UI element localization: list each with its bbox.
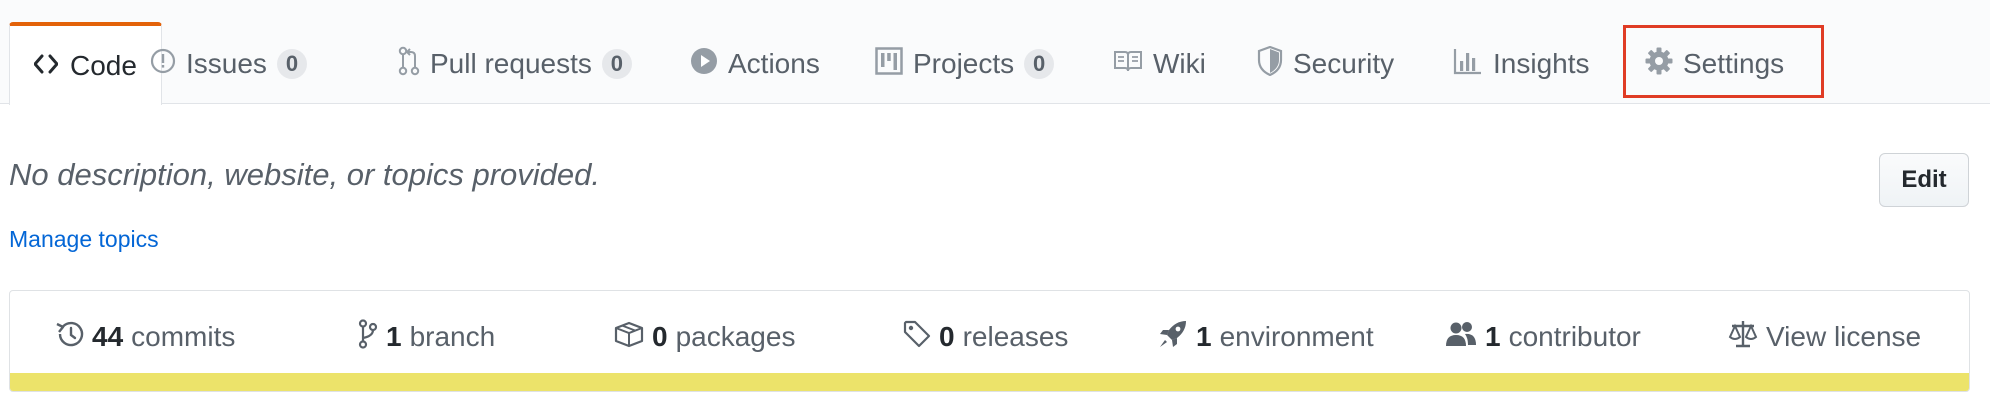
branches-link[interactable]: 1 branch: [358, 317, 495, 357]
tab-code-label: Code: [70, 49, 137, 81]
language-color-bar: [10, 373, 1969, 391]
git-pull-request-icon: [398, 46, 420, 83]
packages-link[interactable]: 0 packages: [614, 317, 795, 357]
branches-label: branch: [409, 321, 496, 352]
manage-topics-link[interactable]: Manage topics: [9, 226, 159, 253]
commits-count: 44: [92, 321, 124, 352]
tab-actions[interactable]: Actions: [690, 24, 820, 104]
settings-highlight-box: [1623, 25, 1824, 98]
project-icon: [875, 46, 903, 82]
tab-insights-label: Insights: [1493, 48, 1590, 79]
shield-icon: [1257, 45, 1283, 83]
environments-link[interactable]: 1 environment: [1158, 317, 1374, 357]
packages-count: 0: [652, 321, 668, 352]
rocket-icon: [1158, 319, 1188, 356]
view-license-label: View license: [1766, 321, 1922, 352]
tab-issues[interactable]: Issues 0: [150, 24, 307, 104]
tab-projects-label: Projects: [913, 48, 1015, 79]
code-icon: [33, 50, 59, 82]
view-license-link[interactable]: View license: [1728, 317, 1921, 357]
branches-count: 1: [386, 321, 402, 352]
history-icon: [54, 320, 84, 355]
tab-pull-requests-label: Pull requests: [430, 48, 592, 79]
releases-link[interactable]: 0 releases: [903, 317, 1068, 357]
tab-actions-label: Actions: [728, 48, 820, 79]
tab-issues-label: Issues: [186, 48, 267, 79]
book-icon: [1113, 48, 1143, 80]
environments-label: environment: [1219, 321, 1374, 352]
package-icon: [614, 320, 644, 355]
tab-insights[interactable]: Insights: [1453, 24, 1590, 104]
tab-projects[interactable]: Projects 0: [875, 24, 1055, 104]
commits-label: commits: [131, 321, 236, 352]
tab-code[interactable]: Code: [9, 22, 162, 105]
releases-label: releases: [962, 321, 1069, 352]
pull-requests-count-badge: 0: [601, 49, 632, 79]
issue-opened-icon: [150, 48, 176, 81]
git-branch-icon: [358, 318, 378, 356]
tab-wiki-label: Wiki: [1153, 48, 1206, 79]
repo-nav-tabs: Code Issues 0 Pull requests 0 Actions Pr…: [0, 0, 1990, 105]
issues-count-badge: 0: [276, 49, 307, 79]
edit-description-button[interactable]: Edit: [1879, 153, 1969, 207]
commits-link[interactable]: 44 commits: [54, 317, 235, 357]
tab-wiki[interactable]: Wiki: [1113, 24, 1206, 104]
packages-label: packages: [675, 321, 796, 352]
tag-icon: [903, 320, 931, 355]
graph-icon: [1453, 47, 1483, 82]
repo-summary-bar: 44 commits 1 branch 0 packages 0 release…: [9, 290, 1970, 392]
contributors-label: contributor: [1508, 321, 1641, 352]
environments-count: 1: [1196, 321, 1212, 352]
repo-description: No description, website, or topics provi…: [9, 157, 601, 192]
play-icon: [690, 47, 718, 82]
projects-count-badge: 0: [1024, 49, 1055, 79]
contributors-count: 1: [1485, 321, 1501, 352]
releases-count: 0: [939, 321, 955, 352]
tab-pull-requests[interactable]: Pull requests 0: [398, 24, 632, 104]
people-icon: [1445, 320, 1477, 355]
law-icon: [1728, 319, 1758, 356]
tab-security[interactable]: Security: [1257, 24, 1394, 104]
tab-security-label: Security: [1293, 48, 1395, 79]
contributors-link[interactable]: 1 contributor: [1445, 317, 1641, 357]
